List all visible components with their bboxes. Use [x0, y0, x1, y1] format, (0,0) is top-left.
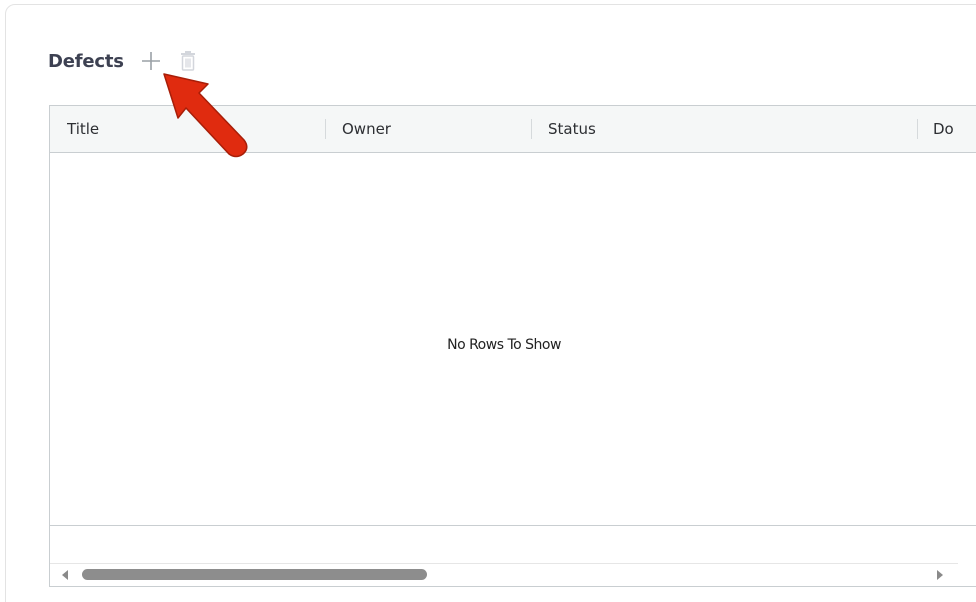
section-title: Defects	[48, 50, 124, 72]
scroll-thumb[interactable]	[82, 569, 427, 580]
column-header-document[interactable]: Do	[933, 106, 963, 152]
column-header-label: Title	[67, 120, 100, 138]
column-header-label: Status	[548, 120, 596, 138]
column-header-label: Owner	[342, 120, 391, 138]
annotation-arrow-icon	[163, 73, 248, 158]
no-rows-message: No Rows To Show	[447, 337, 561, 353]
scroll-left-icon[interactable]	[62, 570, 68, 580]
column-header-label: Do	[933, 120, 954, 138]
horizontal-scrollbar[interactable]	[50, 563, 958, 586]
column-header-owner[interactable]: Owner	[342, 106, 522, 152]
grid-body: No Rows To Show	[50, 153, 976, 525]
column-header-status[interactable]: Status	[548, 106, 908, 152]
column-resize-handle[interactable]	[917, 119, 918, 139]
page: Defects Title Owner Status Do No Rows To…	[0, 0, 976, 602]
column-resize-handle[interactable]	[531, 119, 532, 139]
scroll-right-icon[interactable]	[937, 570, 943, 580]
defects-grid: Title Owner Status Do No Rows To Show	[49, 105, 976, 587]
grid-footer	[50, 525, 976, 564]
column-resize-handle[interactable]	[325, 119, 326, 139]
